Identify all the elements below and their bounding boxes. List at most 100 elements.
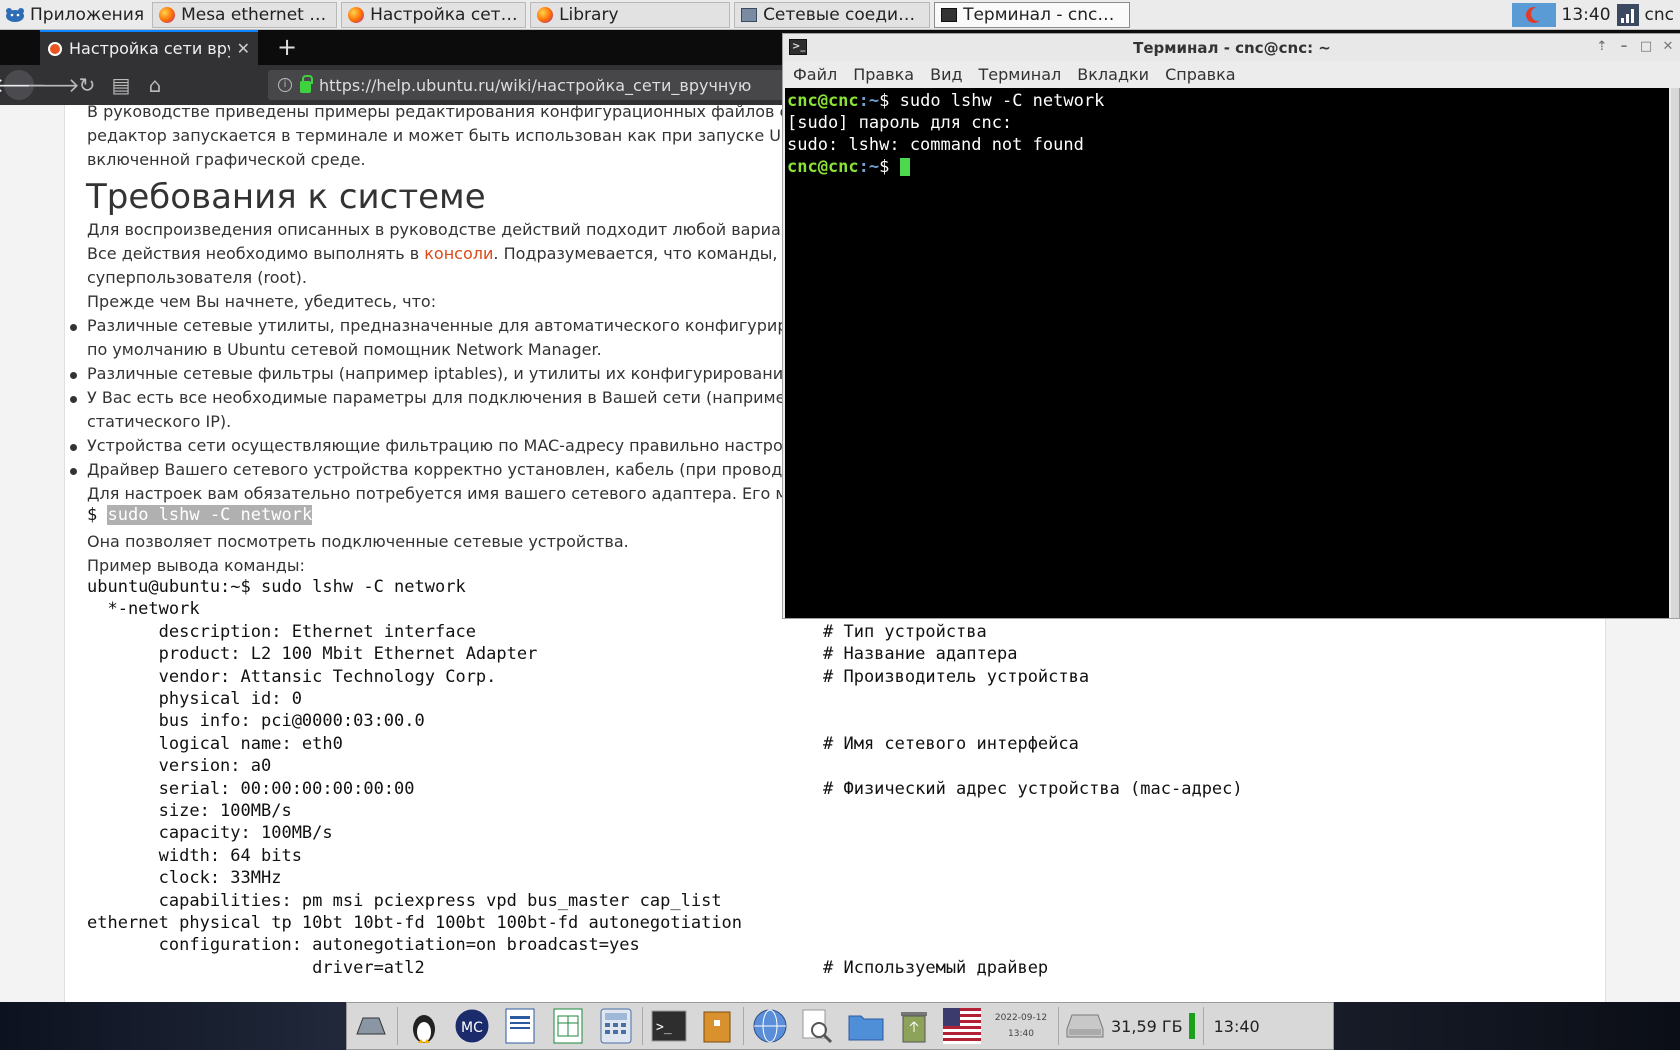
menu-help[interactable]: Справка <box>1165 65 1236 84</box>
show-desktop-icon[interactable] <box>351 1006 391 1046</box>
taskbar-item-label: Терминал - cnc@c... <box>963 4 1124 25</box>
spreadsheet-icon[interactable] <box>548 1006 588 1046</box>
output-line: clock: 33MHz <box>87 868 282 889</box>
menu-terminal[interactable]: Терминал <box>979 65 1062 84</box>
intro-line-3: включенной графической среде. <box>87 150 366 169</box>
minimize-icon[interactable]: – <box>1617 40 1631 54</box>
requirement-text: . Подразумевается, что команды, <box>493 244 778 263</box>
output-line: configuration: autonegotiation=on broadc… <box>87 935 640 956</box>
bullet-marker <box>70 372 77 379</box>
xfce-mouse-icon <box>6 7 24 22</box>
library-icon[interactable]: ▤ <box>106 70 136 100</box>
bullet-marker <box>70 468 77 475</box>
window-up-icon[interactable]: ⇡ <box>1595 40 1609 54</box>
close-tab-icon[interactable]: ✕ <box>237 39 250 58</box>
requirement-line-4: Прежде чем Вы начнете, убедитесь, что: <box>87 292 437 311</box>
applications-menu[interactable]: Приложения <box>0 0 148 30</box>
taskbar-item-label: Library <box>559 4 619 25</box>
dock-separator <box>1202 1007 1204 1045</box>
archive-icon[interactable] <box>697 1006 737 1046</box>
datetime-widget[interactable]: 2022-09-12 13:40 <box>990 1010 1052 1042</box>
folder-icon[interactable] <box>846 1006 886 1046</box>
output-line: capacity: 100MB/s <box>87 823 333 844</box>
calculator-icon[interactable] <box>596 1006 636 1046</box>
panel-clock[interactable]: 13:40 <box>1562 5 1611 25</box>
tab-network-setup[interactable]: Настройка сети вручную ✕ <box>40 30 258 65</box>
new-tab-button[interactable]: + <box>272 32 302 62</box>
firefox-icon <box>537 6 554 23</box>
output-line: logical name: eth0 <box>87 733 343 754</box>
terminal-menubar: Файл Правка Вид Терминал Вкладки Справка <box>783 61 1680 88</box>
panel-user[interactable]: cnc <box>1645 5 1674 25</box>
penguin-icon[interactable] <box>404 1006 444 1046</box>
lock-icon[interactable] <box>300 75 313 93</box>
firefox-icon <box>348 6 365 23</box>
output-comment: # Имя сетевого интерфейса <box>823 733 1079 754</box>
console-link[interactable]: консоли <box>424 244 493 263</box>
search-icon[interactable] <box>798 1006 838 1046</box>
dock-clock[interactable]: 13:40 <box>1214 1017 1260 1036</box>
prompt-user: cnc@cnc <box>787 91 859 111</box>
example-label: Пример вывода команды: <box>87 556 305 575</box>
time-small-text: 13:40 <box>1008 1029 1034 1039</box>
close-window-icon[interactable]: ✕ <box>1661 40 1675 54</box>
highlighted-command[interactable]: sudo lshw -C network <box>107 505 313 525</box>
terminal-titlebar[interactable]: >_ Терминал - cnc@cnc: ~ ⇡ – □ ✕ <box>783 34 1680 61</box>
top-panel: Приложения Mesa ethernet setu... Настрой… <box>0 0 1680 30</box>
bullet-item: Различные сетевые фильтры (например ipta… <box>87 364 793 383</box>
output-comment: # Тип устройства <box>823 621 987 642</box>
intro-line-2: редактор запускается в терминале и может… <box>87 126 802 145</box>
terminal-command: sudo lshw -C network <box>899 91 1105 111</box>
bullet-marker <box>70 324 77 331</box>
terminal-line: [sudo] пароль для cnc: <box>787 113 1013 133</box>
requirement-text: Все действия необходимо выполнять в <box>87 244 425 263</box>
bullet-item: Различные сетевые утилиты, предназначенн… <box>87 316 798 335</box>
menu-file[interactable]: Файл <box>793 65 837 84</box>
url-bar[interactable]: i https://help.ubuntu.ru/wiki/настройка_… <box>268 70 788 100</box>
taskbar-item-library[interactable]: Library <box>530 1 731 28</box>
menu-tabs[interactable]: Вкладки <box>1077 65 1149 84</box>
bullet-item-continued: по умолчанию в Ubuntu сетевой помощник N… <box>87 340 602 359</box>
url-text: https://help.ubuntu.ru/wiki/настройка_се… <box>319 75 752 95</box>
taskbar-item-network-connections[interactable]: Сетевые соедине... <box>734 1 931 28</box>
menu-view[interactable]: Вид <box>930 65 962 84</box>
output-line: bus info: pci@0000:03:00.0 <box>87 711 425 732</box>
home-button[interactable]: ⌂ <box>140 70 170 100</box>
output-line: *-network <box>87 599 200 620</box>
reload-button[interactable]: ↻ <box>72 70 102 100</box>
forward-button[interactable]: 🡒 <box>26 70 80 100</box>
cpu-graph-icon[interactable] <box>1511 2 1556 27</box>
drive-icon[interactable] <box>1065 1006 1105 1046</box>
prompt-user: cnc@cnc <box>787 157 859 177</box>
dock-separator <box>1058 1007 1059 1045</box>
command-prompt: $ <box>87 505 108 525</box>
output-comment: # Название адаптера <box>823 644 1018 665</box>
maximize-icon[interactable]: □ <box>1639 40 1653 54</box>
requirement-line-1: Для воспроизведения описанных в руководс… <box>87 220 792 239</box>
prompt-symbol: $ <box>879 91 900 111</box>
taskbar-item-label: Сетевые соедине... <box>763 4 924 25</box>
taskbar-item-network-setup[interactable]: Настройка сети в... <box>341 1 527 28</box>
menu-edit[interactable]: Правка <box>853 65 914 84</box>
output-line: serial: 00:00:00:00:00:00 <box>87 778 415 799</box>
bullet-item: У Вас есть все необходимые параметры для… <box>87 388 786 407</box>
taskbar-item-terminal[interactable]: Терминал - cnc@c... <box>934 1 1131 28</box>
web-browser-icon[interactable] <box>750 1006 790 1046</box>
midnight-commander-icon[interactable]: MC <box>452 1006 492 1046</box>
terminal-launcher-icon[interactable]: >_ <box>649 1006 689 1046</box>
output-line: vendor: Attansic Technology Corp. <box>87 666 497 687</box>
trash-icon[interactable] <box>894 1006 934 1046</box>
keyboard-layout-flag-icon[interactable] <box>942 1006 982 1046</box>
command-description: Она позволяет посмотреть подключенные се… <box>87 532 629 551</box>
writer-icon[interactable] <box>500 1006 540 1046</box>
terminal-line: cnc@cnc:~$ <box>787 156 1667 178</box>
info-icon[interactable]: i <box>278 78 292 92</box>
output-line: version: a0 <box>87 756 272 777</box>
network-signal-icon[interactable] <box>1616 3 1639 26</box>
terminal-scrollbar[interactable] <box>1671 88 1679 618</box>
taskbar-item-mesa-ethernet[interactable]: Mesa ethernet setu... <box>152 1 338 28</box>
ubuntu-favicon-icon <box>48 41 62 56</box>
terminal-screen[interactable]: cnc@cnc:~$ sudo lshw -C network [sudo] п… <box>785 88 1669 618</box>
network-connections-icon <box>741 7 758 22</box>
prompt-symbol: $ <box>879 157 900 177</box>
